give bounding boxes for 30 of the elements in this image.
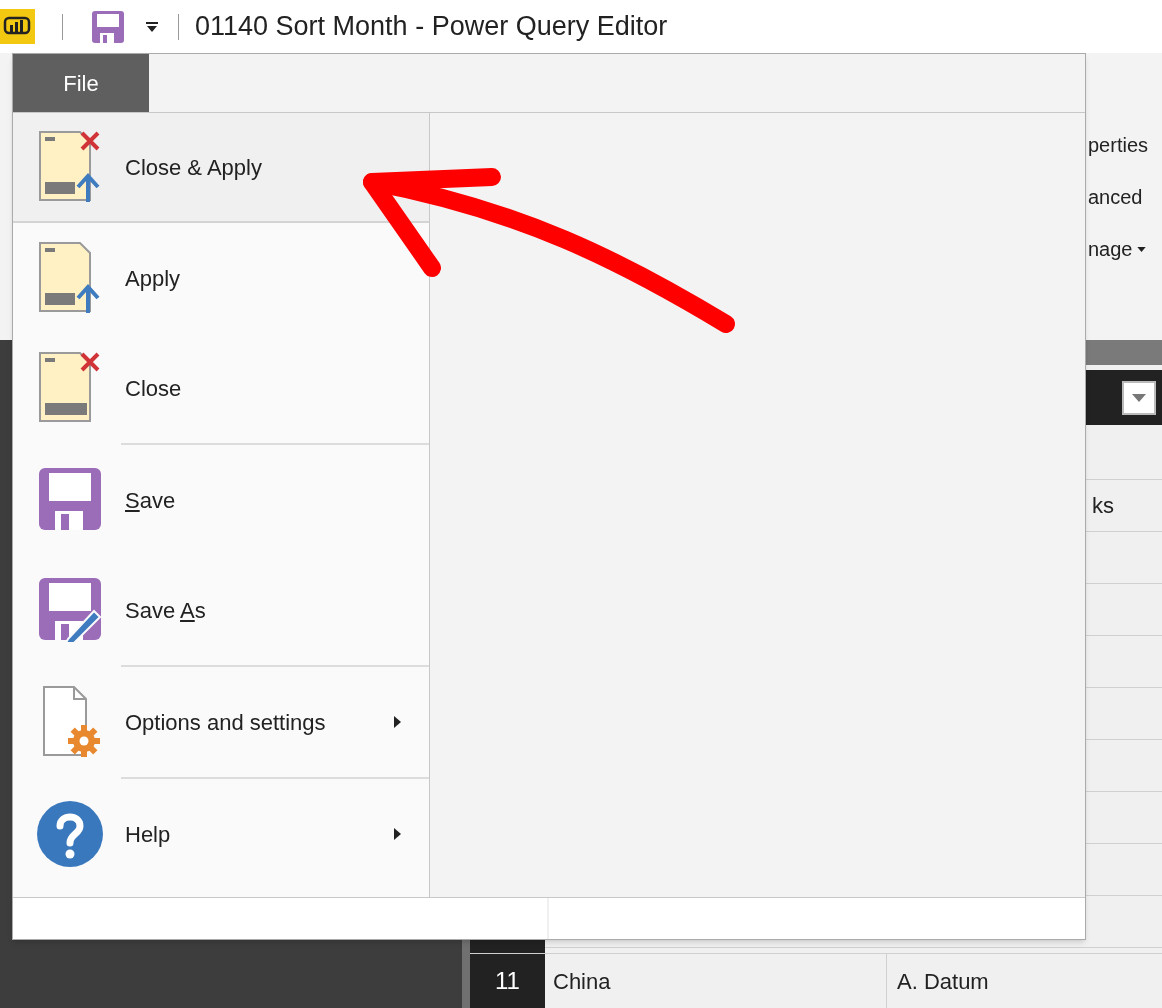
dropdown-caret-icon: [1132, 393, 1146, 402]
table-cell-text: A. Datum: [896, 967, 990, 996]
menu-item[interactable]: Close & Apply: [13, 113, 429, 223]
ribbon-button[interactable]: anced: [1088, 183, 1143, 211]
menu-item[interactable]: Save As: [13, 555, 429, 665]
filter-button[interactable]: [1122, 380, 1156, 415]
save-icon: [38, 467, 102, 533]
menu-item[interactable]: Close: [13, 333, 429, 443]
close-icon: [38, 351, 102, 425]
help-icon: [36, 800, 104, 868]
file-tab[interactable]: File: [13, 54, 149, 112]
row-number: 11: [470, 954, 545, 1008]
menu-item[interactable]: Save: [13, 445, 429, 555]
table-cell: China: [545, 954, 887, 1008]
menu-item[interactable]: Apply: [13, 223, 429, 333]
table-cell-text: ks: [1092, 492, 1114, 520]
customize-caret-icon[interactable]: [145, 20, 159, 33]
ribbon-button[interactable]: nage: [1088, 235, 1146, 263]
dropdown-caret-icon: [1136, 246, 1146, 252]
menu-item[interactable]: Options and settings: [13, 667, 429, 777]
save-as-icon: [38, 577, 102, 643]
ribbon-button[interactable]: perties: [1088, 131, 1149, 159]
save-icon[interactable]: [91, 9, 125, 44]
window-title: 01140 Sort Month - Power Query Editor: [195, 10, 668, 44]
close-apply-icon: [38, 130, 102, 204]
submenu-arrow-icon: [394, 716, 401, 728]
apply-icon: [38, 241, 102, 315]
submenu-arrow-icon: [394, 828, 401, 840]
menu-item[interactable]: Help: [13, 779, 429, 889]
app-icon: [0, 9, 35, 44]
